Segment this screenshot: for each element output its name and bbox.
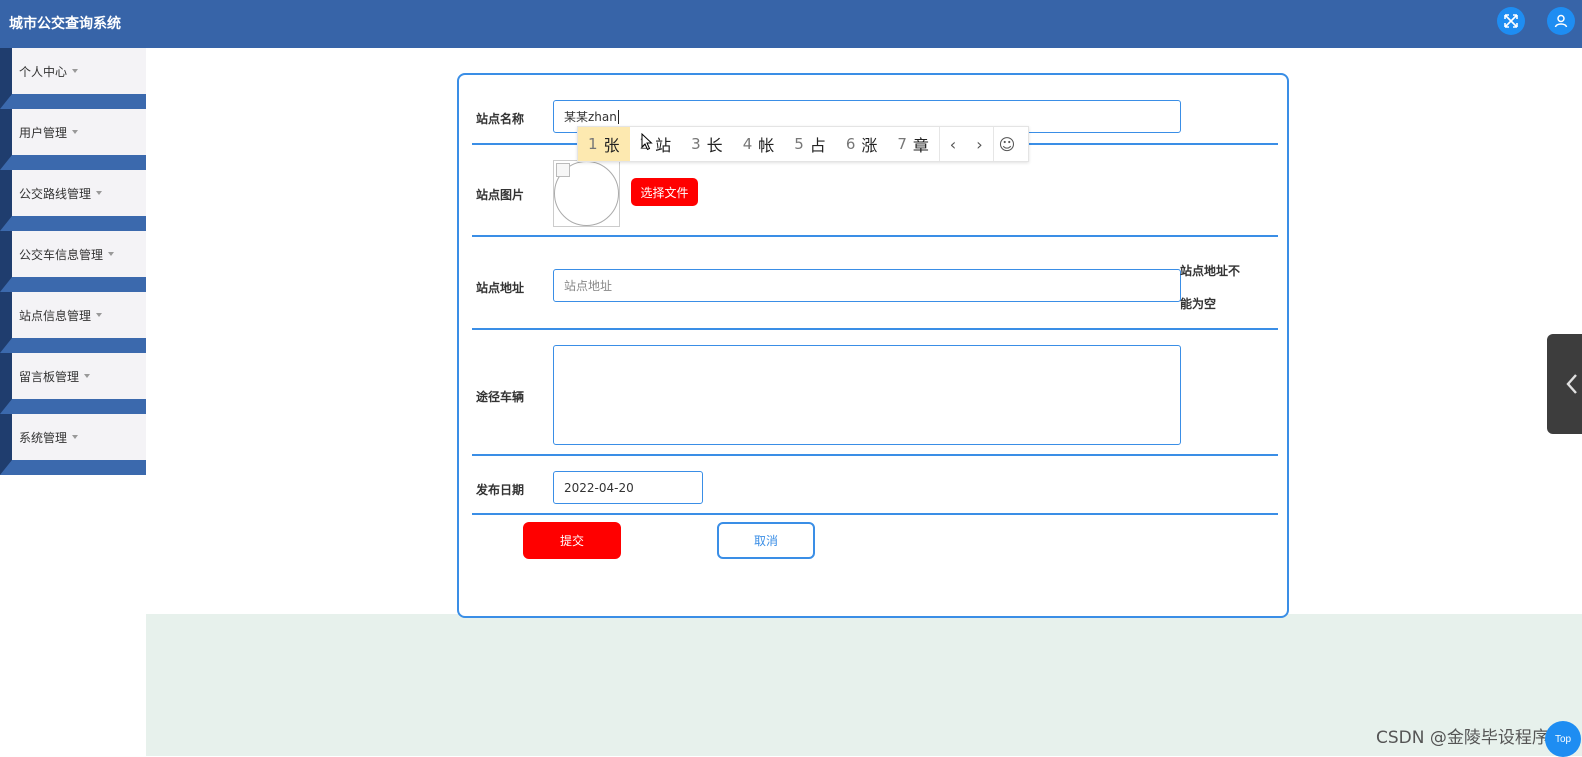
sidebar-item-label: 公交路线管理 [19, 186, 92, 201]
ime-candidate[interactable]: 1张 [578, 127, 630, 161]
sidebar-item-label: 个人中心 [19, 64, 68, 79]
ime-candidate[interactable]: 5占 [784, 127, 836, 161]
caret-down-icon [72, 69, 79, 73]
sidebar-group-stations: 站点信息管理 [0, 292, 146, 353]
caret-down-icon [84, 374, 91, 378]
ime-candidate[interactable]: 4帐 [733, 127, 785, 161]
sidebar-item-system-management[interactable]: 系统管理 [12, 414, 146, 460]
ime-candidate[interactable]: 6涨 [836, 127, 888, 161]
caret-down-icon [96, 313, 103, 317]
sidebar-item-station-info-management[interactable]: 站点信息管理 [12, 292, 146, 338]
sidebar-group-messages: 留言板管理 [0, 353, 146, 414]
caret-down-icon [96, 191, 103, 195]
ime-prev-page-icon[interactable]: ‹ [938, 127, 966, 161]
publish-date-input[interactable]: 2022-04-20 [553, 471, 703, 504]
cancel-button[interactable]: 取消 [717, 522, 815, 559]
sidebar-item-user-management[interactable]: 用户管理 [12, 109, 146, 155]
ime-candidate[interactable]: 3长 [681, 127, 733, 161]
caret-down-icon [72, 130, 79, 134]
publish-date-value: 2022-04-20 [564, 480, 634, 495]
sidebar-group-buses: 公交车信息管理 [0, 231, 146, 292]
sidebar-item-label: 系统管理 [19, 430, 68, 445]
ime-next-page-icon[interactable]: › [966, 127, 993, 161]
sidebar-group-system: 系统管理 [0, 414, 146, 475]
sidebar-item-label: 用户管理 [19, 125, 68, 140]
back-to-top-button[interactable]: Top [1545, 721, 1581, 757]
ime-candidate[interactable]: 2站 [630, 127, 682, 161]
watermark: CSDN @金陵毕设程序 [1376, 728, 1549, 748]
sidebar: 个人中心 用户管理 公交路线管理 公交车信息管理 站点信息管理 留言板管理 系统… [0, 48, 146, 476]
mouse-cursor-icon [641, 133, 653, 151]
collapse-panel-tab[interactable] [1547, 334, 1582, 434]
sidebar-item-label: 站点信息管理 [19, 308, 92, 323]
user-button[interactable] [1547, 7, 1575, 35]
content-footer-area [146, 614, 1582, 756]
chevron-left-icon [1566, 374, 1577, 394]
user-icon [1554, 14, 1568, 28]
publish-date-label: 发布日期 [476, 483, 525, 497]
fullscreen-button[interactable] [1497, 7, 1525, 35]
ime-candidate[interactable]: 7章 [887, 127, 939, 161]
sidebar-group-personal: 个人中心 [0, 48, 146, 109]
sidebar-group-routes: 公交路线管理 [0, 170, 146, 231]
sidebar-item-route-management[interactable]: 公交路线管理 [12, 170, 146, 216]
sidebar-item-label: 公交车信息管理 [19, 247, 104, 262]
caret-down-icon [108, 252, 115, 256]
ime-emoji-icon[interactable]: ☺ [992, 127, 1020, 161]
submit-button[interactable]: 提交 [523, 522, 621, 559]
sidebar-group-users: 用户管理 [0, 109, 146, 170]
sidebar-item-message-board-management[interactable]: 留言板管理 [12, 353, 146, 399]
sidebar-item-bus-info-management[interactable]: 公交车信息管理 [12, 231, 146, 277]
sidebar-item-personal-center[interactable]: 个人中心 [12, 48, 146, 94]
caret-down-icon [72, 435, 79, 439]
sidebar-item-label: 留言板管理 [19, 369, 80, 384]
app-title: 城市公交查询系统 [9, 16, 121, 32]
top-header: 城市公交查询系统 [0, 0, 1582, 48]
expand-icon [1504, 14, 1518, 28]
